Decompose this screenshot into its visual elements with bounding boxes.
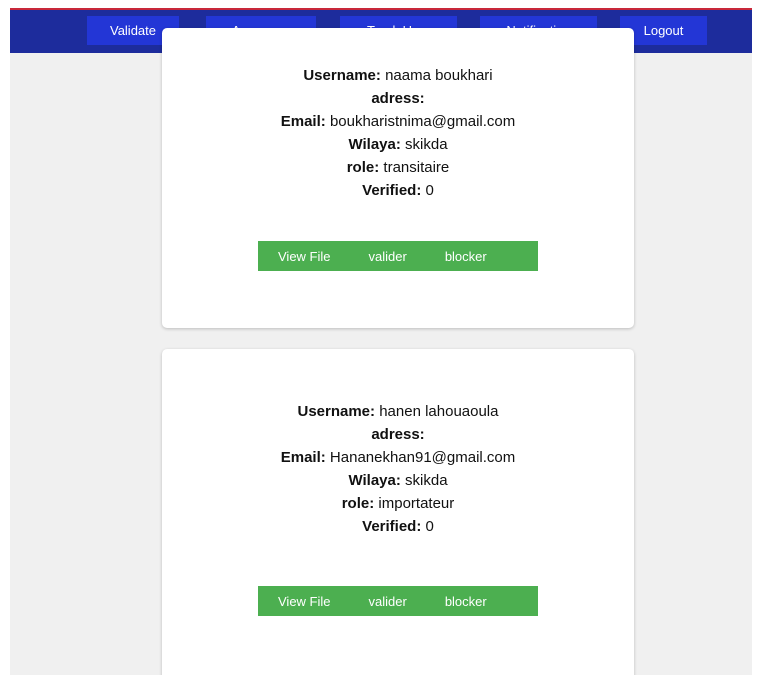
wilaya-label: Wilaya:	[348, 472, 401, 489]
role-row: role: transitaire	[162, 156, 634, 179]
email-row: Email: Hananekhan91@gmail.com	[162, 446, 634, 469]
wilaya-row: Wilaya: skikda	[162, 469, 634, 492]
username-value: hanen lahouaoula	[379, 403, 499, 420]
adress-label: adress:	[371, 426, 425, 443]
role-row: role: importateur	[162, 492, 634, 515]
username-label: Username:	[297, 403, 376, 420]
wilaya-label: Wilaya:	[348, 136, 401, 153]
role-value: transitaire	[383, 159, 450, 176]
blocker-button[interactable]: blocker	[445, 249, 487, 264]
user-card: Username: hanen lahouaoula adress: Email…	[162, 349, 634, 675]
valider-button[interactable]: valider	[369, 594, 407, 609]
username-row: Username: hanen lahouaoula	[162, 400, 634, 423]
username-row: Username: naama boukhari	[162, 64, 634, 87]
verified-value: 0	[425, 182, 434, 199]
verified-row: Verified: 0	[162, 179, 634, 202]
adress-row: adress:	[162, 423, 634, 446]
role-label: role:	[346, 159, 380, 176]
user-card: Username: naama boukhari adress: Email: …	[162, 28, 634, 328]
verified-row: Verified: 0	[162, 515, 634, 538]
role-value: importateur	[378, 495, 455, 512]
verified-label: Verified:	[362, 518, 422, 535]
view-file-button[interactable]: View File	[278, 594, 331, 609]
screenshot-frame: Validate Announce Track User Notificatio…	[0, 0, 757, 677]
adress-row: adress:	[162, 87, 634, 110]
username-value: naama boukhari	[385, 67, 493, 84]
email-label: Email:	[280, 449, 326, 466]
wilaya-value: skikda	[405, 472, 448, 489]
wilaya-value: skikda	[405, 136, 448, 153]
valider-button[interactable]: valider	[369, 249, 407, 264]
page-viewport: Validate Announce Track User Notificatio…	[10, 8, 752, 675]
user-actions-bar: View File valider blocker	[258, 241, 538, 271]
email-value: Hananekhan91@gmail.com	[329, 449, 516, 466]
email-row: Email: boukharistnima@gmail.com	[162, 110, 634, 133]
user-info: Username: naama boukhari adress: Email: …	[162, 64, 634, 202]
user-actions-bar: View File valider blocker	[258, 586, 538, 616]
username-label: Username:	[303, 67, 381, 84]
wilaya-row: Wilaya: skikda	[162, 133, 634, 156]
verified-value: 0	[425, 518, 434, 535]
user-info: Username: hanen lahouaoula adress: Email…	[162, 400, 634, 538]
view-file-button[interactable]: View File	[278, 249, 331, 264]
email-value: boukharistnima@gmail.com	[329, 113, 516, 130]
verified-label: Verified:	[362, 182, 422, 199]
role-label: role:	[341, 495, 375, 512]
blocker-button[interactable]: blocker	[445, 594, 487, 609]
email-label: Email:	[280, 113, 326, 130]
adress-label: adress:	[371, 90, 425, 107]
